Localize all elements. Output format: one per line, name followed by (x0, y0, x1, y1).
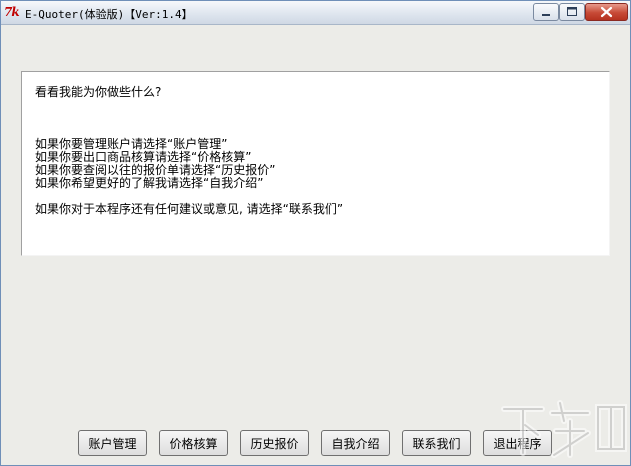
window-title: E-Quoter(体验版)【Ver:1.4】 (25, 8, 193, 21)
maximize-button[interactable] (559, 3, 585, 21)
app-icon: 7k (4, 5, 20, 19)
watermark-logo (501, 400, 627, 458)
app-window: 7k E-Quoter(体验版)【Ver:1.4】 看看我能为你做些什么? 如果… (0, 0, 631, 466)
title-bar[interactable]: 7k E-Quoter(体验版)【Ver:1.4】 (1, 1, 630, 25)
about-me-button[interactable]: 自我介绍 (321, 430, 390, 456)
quote-history-button[interactable]: 历史报价 (240, 430, 309, 456)
contact-us-button[interactable]: 联系我们 (402, 430, 471, 456)
account-management-button[interactable]: 账户管理 (78, 430, 147, 456)
close-button[interactable] (585, 3, 628, 21)
close-icon (600, 6, 613, 18)
minimize-icon (542, 14, 550, 16)
maximize-icon (567, 7, 577, 16)
minimize-button[interactable] (533, 3, 559, 21)
info-panel: 看看我能为你做些什么? 如果你要管理账户请选择“账户管理” 如果你要出口商品核算… (21, 71, 610, 256)
greeting-text: 看看我能为你做些什么? (35, 85, 162, 99)
feedback-hint-line: 如果你对于本程序还有任何建议或意见, 请选择“联系我们” (35, 202, 344, 216)
price-calculation-button[interactable]: 价格核算 (159, 430, 228, 456)
menu-hint-line: 如果你希望更好的了解我请选择“自我介绍” (35, 176, 264, 190)
